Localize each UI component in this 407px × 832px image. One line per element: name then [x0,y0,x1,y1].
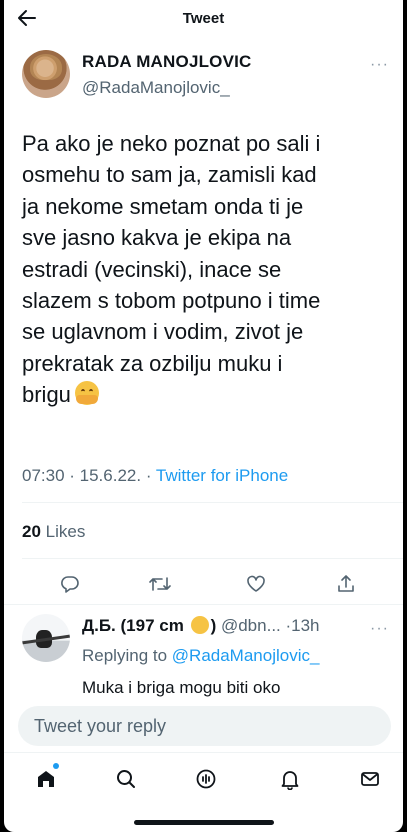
tweet-actions [4,566,403,602]
notifications-icon [281,771,299,790]
tweet-text-last-line: brigu [22,379,392,410]
reply-handle[interactable]: @dbn... ·13h [221,616,320,635]
divider [22,502,403,503]
nav-home[interactable] [32,763,60,793]
reply-input-placeholder: Tweet your reply [34,716,167,736]
author-name[interactable]: RADA MANOJLOVIC [82,52,252,72]
nav-notifications[interactable] [276,765,304,793]
likes-count[interactable]: 20 Likes [22,522,85,542]
tweet-meta: 07:30 · 15.6.22. · Twitter for iPhone [22,466,288,486]
messages-icon [361,772,379,786]
tweet-text-line: slazem s tobom potpuno i time [22,288,321,314]
replying-to: Replying to @RadaManojlovic_ [82,646,319,666]
tweet-text-line: prekratak za ozbilju muku i [22,350,283,376]
reply-avatar[interactable] [22,614,70,662]
divider [22,558,403,559]
reply-button[interactable] [56,570,84,598]
share-icon [338,575,354,592]
nav-messages[interactable] [356,765,384,793]
like-icon [247,575,265,592]
nav-spaces[interactable] [192,765,220,793]
screen: Tweet RADA MANOJLOVIC @RadaManojlovic_ ·… [4,0,403,832]
author-avatar[interactable] [22,50,70,98]
replying-to-link[interactable]: @RadaManojlovic_ [172,646,320,665]
tweet-text: Pa ako je neko poznat po sali i osmehu t… [22,128,392,411]
reply-icon [61,576,79,593]
tweet-text-line: osmehu to sam ja, zamisli kad [22,162,317,188]
top-bar: Tweet [4,0,403,38]
like-button[interactable] [242,570,270,598]
tweet-text-line: se uglavnom i vodim, zivot je [22,319,304,345]
reply-author-name-suffix: ) [210,616,217,635]
tweet-text-line: sve jasno kakva je ekipa na [22,225,292,251]
reply-input[interactable]: Tweet your reply [18,706,391,746]
page-title: Tweet [182,10,225,27]
reply-author-name-text: Д.Б. (197 cm [82,616,184,635]
tweet-source-link[interactable]: Twitter for iPhone [156,466,288,485]
spaces-icon [196,769,216,789]
share-button[interactable] [332,570,360,598]
nav-search[interactable] [112,765,140,793]
reply-header: Д.Б. (197 cm ) @dbn... ·13h [82,616,320,636]
bottom-nav [4,752,403,805]
laughing-emoji [190,616,209,634]
replying-prefix: Replying to [82,646,172,665]
retweet-button[interactable] [146,570,174,598]
tweet-text-line: Pa ako je neko poznat po sali i [22,131,321,156]
more-dots-icon[interactable]: ··· [370,620,389,638]
reply-text: Muka i briga mogu biti oko [82,678,281,697]
home-icon [38,771,54,787]
tweet-text-line: ja nekome smetam onda ti je [22,193,304,219]
reply-author-name[interactable]: Д.Б. (197 cm ) [82,616,216,635]
hugging-face-emoji [74,381,99,406]
search-icon [117,770,135,788]
tweet-text-line: estradi (vecinski), inace se [22,256,282,282]
likes-label: Likes [45,522,86,541]
retweet-icon [149,577,171,591]
likes-number: 20 [22,522,41,541]
divider [4,604,403,605]
tweet-text-line: brigu [22,382,71,408]
tweet-timestamp: 07:30 · 15.6.22. · [22,466,156,485]
home-indicator[interactable] [134,820,274,825]
author-handle[interactable]: @RadaManojlovic_ [82,78,230,98]
more-dots-icon[interactable]: ··· [370,56,389,74]
notification-dot [53,763,59,769]
